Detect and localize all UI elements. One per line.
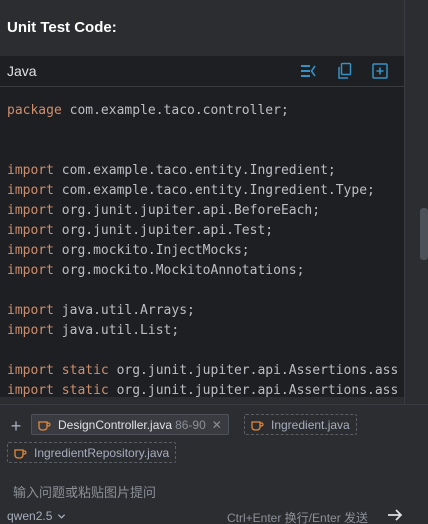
code-line: import org.junit.jupiter.api.BeforeEach; bbox=[7, 201, 398, 221]
file-name: DesignController.java bbox=[58, 417, 173, 432]
copy-icon[interactable] bbox=[336, 62, 354, 80]
code-line: import org.mockito.InjectMocks; bbox=[7, 241, 398, 261]
chat-input-area: + DesignController.java 86-90 ✕ Ingredie… bbox=[0, 404, 428, 524]
chevron-down-icon bbox=[58, 513, 66, 519]
code-keyword: import bbox=[7, 223, 54, 238]
code-text-segment: com.example.taco.entity.Ingredient; bbox=[53, 163, 336, 178]
code-keyword: import bbox=[7, 163, 54, 178]
context-file-chip[interactable]: DesignController.java 86-90 ✕ bbox=[31, 414, 229, 435]
divider bbox=[0, 86, 404, 87]
code-keyword: package bbox=[7, 103, 62, 118]
code-text-segment: com.example.taco.entity.Ingredient.Type; bbox=[53, 183, 375, 198]
code-line: import org.junit.jupiter.api.Test; bbox=[7, 221, 398, 241]
code-text-segment: org.junit.jupiter.api.Test; bbox=[53, 223, 274, 238]
line-range: 86-90 bbox=[175, 417, 206, 432]
code-keyword: import bbox=[7, 263, 54, 278]
code-text-segment: org.junit.jupiter.api.Assertions.ass bbox=[108, 363, 399, 378]
code-text-segment: org.mockito.MockitoAnnotations; bbox=[53, 263, 305, 278]
model-name: qwen2.5 bbox=[7, 509, 53, 523]
code-text: package com.example.taco.controller; imp… bbox=[7, 101, 398, 397]
close-icon[interactable]: ✕ bbox=[212, 418, 222, 432]
page-title: Unit Test Code: bbox=[7, 19, 117, 36]
code-line: import java.util.List; bbox=[7, 321, 398, 341]
panel-header: Unit Test Code: bbox=[0, 0, 404, 56]
code-line: import com.example.taco.entity.Ingredien… bbox=[7, 181, 398, 201]
code-text-segment: com.example.taco.controller; bbox=[61, 103, 289, 118]
code-block: Java package com.example.taco.controller… bbox=[0, 56, 404, 397]
code-keyword: import bbox=[7, 243, 54, 258]
code-text-segment: org.junit.jupiter.api.BeforeEach; bbox=[53, 203, 321, 218]
code-line: import com.example.taco.entity.Ingredien… bbox=[7, 161, 398, 181]
insert-file-icon[interactable] bbox=[371, 62, 389, 80]
file-name: Ingredient.java bbox=[271, 417, 350, 432]
code-text-segment: org.junit.jupiter.api.Assertions.ass bbox=[108, 383, 399, 397]
code-text-segment: org.mockito.InjectMocks; bbox=[53, 243, 250, 258]
code-keyword: import bbox=[7, 203, 54, 218]
code-keyword: import static bbox=[7, 383, 109, 397]
code-line: package com.example.taco.controller; bbox=[7, 101, 398, 121]
scrollbar-thumb[interactable] bbox=[420, 208, 428, 260]
code-toolbar: Java bbox=[0, 56, 404, 86]
send-icon[interactable] bbox=[386, 506, 404, 524]
code-line: import org.mockito.MockitoAnnotations; bbox=[7, 261, 398, 281]
shortcut-hint: Ctrl+Enter 换行/Enter 发送 bbox=[227, 511, 369, 524]
prompt-input[interactable] bbox=[13, 483, 413, 501]
code-keyword: import bbox=[7, 183, 54, 198]
add-context-button[interactable]: + bbox=[6, 417, 26, 437]
code-keyword: import bbox=[7, 323, 54, 338]
coffee-cup-icon bbox=[14, 448, 27, 459]
coffee-cup-icon bbox=[38, 420, 51, 431]
code-keyword: import static bbox=[7, 363, 109, 378]
context-file-chip[interactable]: Ingredient.java bbox=[244, 414, 357, 435]
coffee-cup-icon bbox=[251, 420, 264, 431]
code-text-segment: java.util.List; bbox=[53, 323, 180, 338]
code-line: import static org.junit.jupiter.api.Asse… bbox=[7, 381, 398, 397]
insert-diff-icon[interactable] bbox=[299, 62, 317, 80]
language-label: Java bbox=[7, 63, 37, 79]
context-file-chip[interactable]: IngredientRepository.java bbox=[7, 442, 177, 463]
code-text-segment: java.util.Arrays; bbox=[53, 303, 195, 318]
code-line: import static org.junit.jupiter.api.Asse… bbox=[7, 361, 398, 381]
model-selector[interactable]: qwen2.5 bbox=[7, 509, 66, 523]
file-name: IngredientRepository.java bbox=[34, 445, 170, 460]
code-line: import java.util.Arrays; bbox=[7, 301, 398, 321]
code-keyword: import bbox=[7, 303, 54, 318]
